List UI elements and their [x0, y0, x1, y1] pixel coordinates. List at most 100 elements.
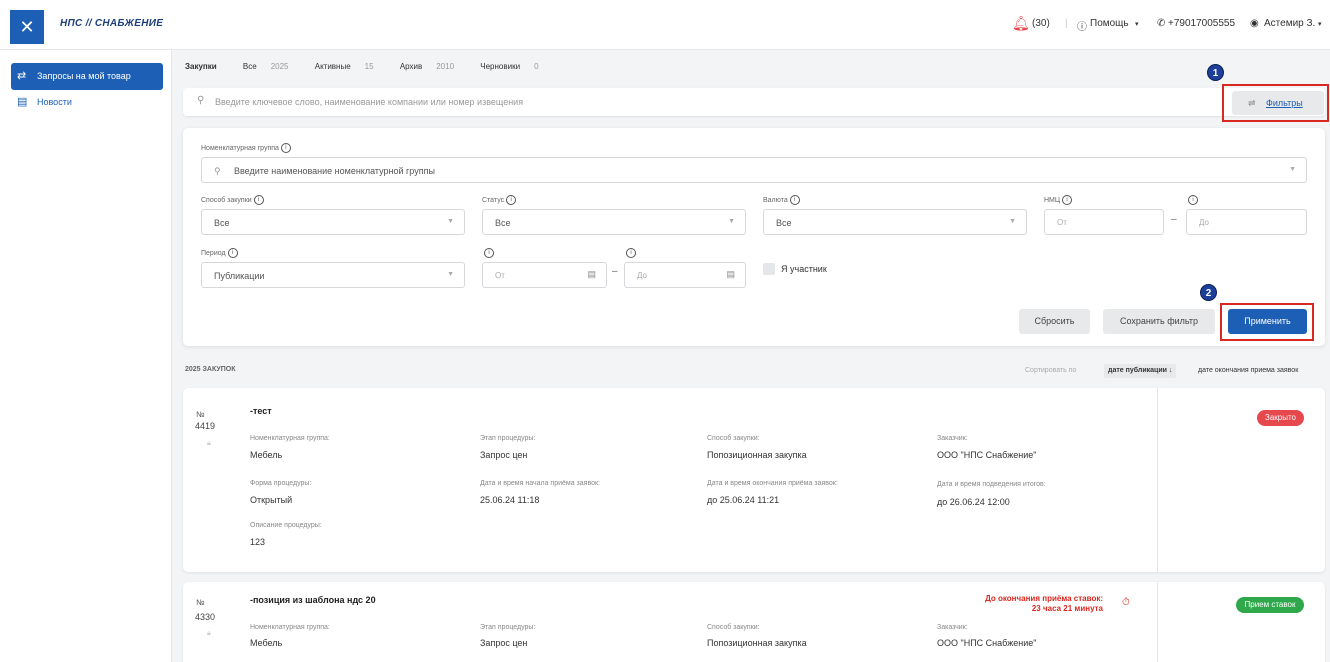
to-placeholder: До: [1199, 218, 1209, 227]
info-icon[interactable]: i: [626, 248, 636, 258]
info-icon[interactable]: i: [789, 195, 800, 205]
sidebar-item-label: Новости: [37, 97, 72, 107]
timer-icon: ⏱︎: [1122, 597, 1130, 608]
bell-icon[interactable]: 🔔︎: [1012, 15, 1030, 32]
to-placeholder: До: [637, 271, 647, 280]
procurement-title[interactable]: -позиция из шаблона ндс 20: [250, 595, 376, 605]
highlight-box: [1222, 84, 1329, 122]
tab-all[interactable]: Все 2025: [243, 62, 301, 71]
status-badge: Прием ставок: [1236, 597, 1304, 613]
save-filter-button[interactable]: Сохранить фильтр: [1103, 309, 1215, 334]
calendar-icon[interactable]: ▤: [726, 269, 735, 280]
nmc-label: НМЦ i: [1044, 195, 1073, 205]
chevron-down-icon: ▼: [1009, 218, 1016, 225]
search-input[interactable]: ⚲ Введите ключевое слово, наименование к…: [183, 88, 1325, 116]
tabs: Закупки Все 2025 Активные 15 Архив 2010 Чер…: [185, 62, 563, 71]
info-icon[interactable]: i: [484, 248, 494, 258]
info-icon[interactable]: i: [1188, 195, 1198, 205]
user-menu[interactable]: Астемир З.: [1264, 18, 1315, 29]
method-select[interactable]: Все ▼: [201, 209, 465, 235]
calendar-icon[interactable]: ▤: [587, 269, 596, 280]
search-icon: ⚲: [214, 166, 221, 176]
field-value: до 25.06.24 11:21: [707, 495, 780, 505]
procurement-number: 4330: [195, 612, 216, 622]
field-value: ООО "НПС Снабжение": [937, 638, 1037, 648]
range-dash: –: [1171, 214, 1177, 225]
field-label: Дата и время окончания приёма заявок:: [707, 480, 838, 487]
field-label: Способ закупки:: [707, 624, 760, 631]
annotation-badge: 2: [1200, 284, 1217, 301]
currency-value: Все: [776, 218, 792, 228]
nmc-to-input[interactable]: До: [1186, 209, 1307, 235]
from-placeholder: От: [1057, 218, 1067, 227]
sort-by-publication[interactable]: дате публикации ↓: [1104, 364, 1177, 378]
search-icon: ⚲: [197, 95, 205, 106]
participant-label: Я участник: [781, 264, 827, 274]
number-symbol: №: [196, 598, 205, 607]
nmc-to-label: i: [1186, 195, 1198, 205]
phone-number[interactable]: +79017005555: [1168, 18, 1235, 29]
notification-count[interactable]: (30): [1032, 18, 1050, 29]
deadline-timer: До окончания приёма ставок: 23 часа 21 м…: [943, 594, 1103, 614]
info-icon[interactable]: i: [1062, 195, 1073, 205]
procurement-card[interactable]: № 4330 🔒︎ -позиция из шаблона ндс 20 До …: [183, 582, 1325, 662]
sidebar-item-requests[interactable]: ⇄ Запросы на мой товар: [11, 63, 163, 90]
deadline-label: До окончания приёма ставок:: [985, 594, 1103, 603]
results-count: 2025 ЗАКУПОК: [185, 366, 236, 373]
divider: [1157, 388, 1158, 572]
sort-label: Сортировать по: [1025, 367, 1077, 374]
from-placeholder: От: [495, 271, 505, 280]
method-label: Способ закупки i: [201, 195, 264, 205]
status-badge: Закрыто: [1257, 410, 1304, 426]
field-value: ООО "НПС Снабжение": [937, 450, 1037, 460]
period-select[interactable]: Публикации ▼: [201, 262, 465, 288]
currency-select[interactable]: Все ▼: [763, 209, 1027, 235]
field-label: Заказчик:: [937, 624, 968, 631]
currency-label: Валюта i: [763, 195, 800, 205]
logo[interactable]: НПС // СНАБЖЕНИЕ: [60, 18, 163, 29]
reset-button[interactable]: Сбросить: [1019, 309, 1090, 334]
divider: |: [1065, 18, 1068, 29]
procurement-card[interactable]: № 4419 🔒︎ -тест Закрыто Номенклатурная г…: [183, 388, 1325, 572]
tab-procurements: Закупки: [185, 62, 217, 71]
close-icon[interactable]: ✕: [10, 10, 44, 44]
status-select[interactable]: Все ▼: [482, 209, 746, 235]
period-value: Публикации: [214, 271, 265, 281]
search-placeholder: Введите ключевое слово, наименование ком…: [215, 97, 524, 107]
chevron-down-icon: ▾: [1135, 21, 1139, 28]
info-icon[interactable]: i: [506, 195, 517, 205]
procurement-number: 4419: [195, 421, 216, 431]
field-value: Мебель: [250, 450, 283, 460]
nmc-from-input[interactable]: От: [1044, 209, 1164, 235]
tab-drafts[interactable]: Черновики 0: [480, 62, 550, 71]
news-icon: ▤: [17, 96, 28, 108]
period-label: Период i: [201, 248, 238, 258]
help-menu[interactable]: Помощь: [1090, 18, 1129, 29]
date-to-input[interactable]: До ▤: [624, 262, 746, 288]
field-value: Мебель: [250, 638, 283, 648]
field-value: 25.06.24 11:18: [480, 495, 540, 505]
status-label: Статус i: [482, 195, 517, 205]
chevron-down-icon: ▼: [447, 271, 454, 278]
tab-archive[interactable]: Архив 2010: [400, 62, 466, 71]
participant-checkbox[interactable]: [763, 263, 775, 275]
help-icon[interactable]: ⓘ: [1077, 18, 1087, 33]
field-label: Заказчик:: [937, 435, 968, 442]
field-value: Открытый: [250, 495, 293, 505]
chevron-down-icon: ▾: [1318, 21, 1322, 28]
info-icon[interactable]: i: [227, 248, 238, 258]
chevron-down-icon: ▼: [728, 218, 735, 225]
field-value: 123: [250, 537, 266, 547]
info-icon[interactable]: i: [253, 195, 264, 205]
field-value: Попозиционная закупка: [707, 638, 807, 648]
date-from-input[interactable]: От ▤: [482, 262, 607, 288]
nomenclature-input[interactable]: ⚲ Введите наименование номенклатурной гр…: [201, 157, 1307, 183]
procurement-title[interactable]: -тест: [250, 406, 272, 416]
range-dash: –: [612, 266, 618, 277]
sort-by-end-date[interactable]: дате окончания приема заявок: [1194, 364, 1302, 378]
info-icon[interactable]: i: [280, 143, 291, 153]
sidebar-item-news[interactable]: ▤ Новости: [11, 89, 163, 116]
nomenclature-placeholder: Введите наименование номенклатурной груп…: [234, 166, 435, 176]
tab-active[interactable]: Активные 15: [315, 62, 386, 71]
field-label: Этап процедуры:: [480, 624, 536, 631]
